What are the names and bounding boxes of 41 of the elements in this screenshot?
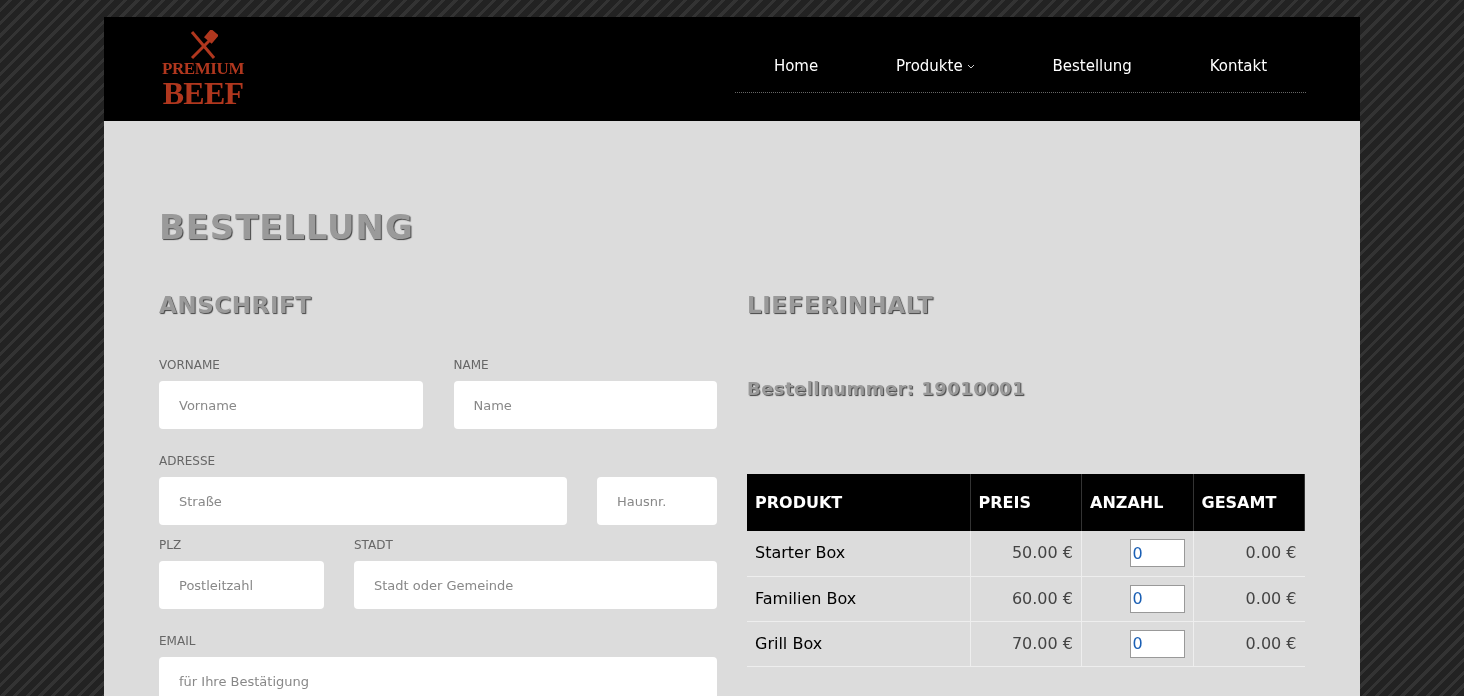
field-label: ADRESSE xyxy=(159,453,217,469)
text-field[interactable]: Vorname xyxy=(159,381,423,429)
table-cell: 0.00 € xyxy=(1193,576,1305,621)
text-field[interactable]: für Ihre Bestätigung xyxy=(159,657,717,696)
quantity-field[interactable]: 0 xyxy=(1129,539,1185,568)
table-cell: 60.00 € xyxy=(970,576,1082,621)
nav-link[interactable]: Bestellung xyxy=(1052,55,1132,78)
section-heading: LIEFERINHALT xyxy=(747,291,935,319)
text-field[interactable]: Hausnr. xyxy=(597,477,717,525)
table-cell: Starter Box xyxy=(747,531,970,576)
text-field[interactable]: Stadt oder Gemeinde xyxy=(354,561,717,609)
text-field[interactable]: Name xyxy=(453,381,717,429)
text-field[interactable]: Straße xyxy=(159,477,567,525)
table-cell: Grill Box xyxy=(747,621,970,666)
logo-text: PREMIUM xyxy=(162,59,244,77)
chevron-down-icon xyxy=(966,63,975,70)
column-header: PREIS xyxy=(970,474,1082,531)
nav-link[interactable]: Kontakt xyxy=(1209,55,1268,78)
knife-spatula-icon xyxy=(188,29,218,60)
table-cell: 70.00 € xyxy=(970,621,1082,666)
field-label: EMAIL xyxy=(159,633,197,649)
order-number: Bestellnummer: 19010001 xyxy=(747,377,1027,401)
quantity-field[interactable]: 0 xyxy=(1129,584,1185,613)
table-cell: 0.00 € xyxy=(1193,621,1305,666)
section-heading: ANSCHRIFT xyxy=(159,291,313,319)
page-title: BESTELLUNG xyxy=(159,207,415,247)
column-header: GESAMT xyxy=(1193,474,1305,531)
table-cell: 50.00 € xyxy=(970,531,1082,576)
logo-text: BEEF xyxy=(162,76,244,109)
column-header: PRODUKT xyxy=(747,474,970,531)
quantity-field[interactable]: 0 xyxy=(1129,629,1185,658)
field-label: NAME xyxy=(453,357,490,373)
field-label: VORNAME xyxy=(159,357,221,373)
field-label: STADT xyxy=(354,537,394,553)
field-label: PLZ xyxy=(159,537,183,553)
text-field[interactable]: Postleitzahl xyxy=(159,561,324,609)
column-header: ANZAHL xyxy=(1081,474,1193,531)
table-cell: 0.00 € xyxy=(1193,531,1305,576)
table-cell: Familien Box xyxy=(747,576,970,621)
nav-link[interactable]: Home xyxy=(773,55,819,78)
nav-link[interactable]: Produkte xyxy=(896,55,975,78)
